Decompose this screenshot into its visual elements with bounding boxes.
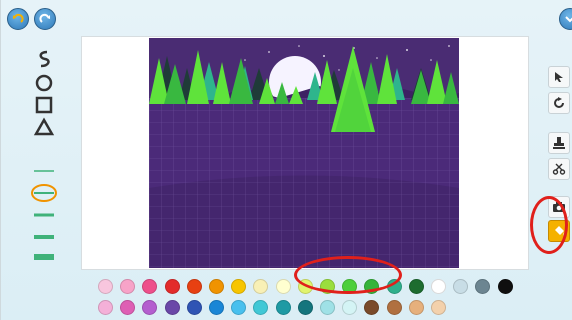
stamp-tool[interactable] (548, 132, 570, 154)
color-swatch-r1-11[interactable] (320, 279, 335, 294)
color-swatch-r1-13[interactable] (364, 279, 380, 294)
line-thick-icon (34, 235, 54, 239)
undo-button[interactable] (7, 8, 29, 30)
rectangle-tool[interactable] (29, 94, 59, 116)
color-swatch-r1-12[interactable] (342, 279, 358, 294)
color-swatch-r2-1[interactable] (98, 300, 113, 315)
camera-tool[interactable] (548, 196, 570, 218)
color-swatch-r1-2[interactable] (120, 279, 136, 294)
ellipse-selected-icon (31, 184, 57, 202)
triangle-tool[interactable] (29, 116, 59, 138)
close-button[interactable] (559, 8, 572, 30)
color-swatch-r2-12[interactable] (342, 300, 358, 315)
color-palette (98, 279, 528, 319)
curve-tool[interactable] (29, 48, 59, 70)
redo-button[interactable] (34, 8, 56, 30)
close-icon (565, 16, 572, 23)
fill-tool[interactable] (548, 220, 570, 242)
paint-bucket-icon (555, 226, 565, 236)
rectangle-tool-icon (35, 96, 53, 114)
color-swatch-r2-13[interactable] (364, 300, 380, 315)
line-width-extra-thick[interactable] (29, 246, 59, 268)
color-swatch-r2-5[interactable] (186, 300, 202, 315)
color-swatch-r2-4[interactable] (164, 300, 180, 315)
color-swatch-r1-3[interactable] (142, 279, 158, 294)
color-swatch-r1-4[interactable] (164, 279, 180, 294)
canvas-grid (149, 98, 459, 268)
line-width-medium[interactable] (29, 204, 59, 226)
color-swatch-r1-16[interactable] (431, 279, 446, 294)
line-width-thick[interactable] (29, 226, 59, 248)
line-width-thin[interactable] (29, 160, 59, 182)
color-swatch-r1-9[interactable] (275, 279, 291, 294)
undo-arrow-icon (13, 13, 24, 23)
color-swatch-r1-7[interactable] (231, 279, 247, 294)
color-swatch-r1-8[interactable] (253, 279, 269, 294)
color-swatch-r1-14[interactable] (386, 279, 402, 294)
circle-tool-icon (35, 74, 53, 92)
line-medium-icon (34, 213, 54, 217)
night-forest-drawing[interactable] (149, 38, 459, 268)
redo-arrow-icon (39, 13, 50, 23)
curve-tool-icon (39, 50, 50, 68)
color-swatch-r2-8[interactable] (253, 300, 269, 315)
color-swatch-r2-6[interactable] (209, 300, 224, 315)
camera-icon (553, 202, 565, 212)
select-tool[interactable] (548, 66, 570, 88)
rotate-icon (554, 97, 564, 108)
color-swatch-r2-11[interactable] (320, 300, 335, 315)
color-swatch-r2-7[interactable] (231, 300, 247, 315)
cut-tool[interactable] (548, 158, 570, 180)
line-extra-thick-icon (34, 254, 54, 260)
color-swatch-r1-6[interactable] (209, 279, 224, 294)
stamp-icon (553, 137, 565, 149)
color-swatch-r2-3[interactable] (142, 300, 158, 315)
rotate-tool[interactable] (548, 92, 570, 114)
color-swatch-r1-1[interactable] (98, 279, 113, 294)
color-swatch-r1-15[interactable] (408, 279, 424, 294)
color-swatch-r2-15[interactable] (408, 300, 424, 315)
color-swatch-r1-17[interactable] (453, 279, 469, 294)
line-width-selected[interactable] (29, 182, 59, 204)
color-swatch-r2-14[interactable] (386, 300, 402, 315)
color-swatch-r2-9[interactable] (275, 300, 291, 315)
color-swatch-r2-16[interactable] (431, 300, 446, 315)
color-swatch-r1-10[interactable] (297, 279, 313, 294)
color-swatch-r1-18[interactable] (475, 279, 491, 294)
line-thin-icon (34, 170, 54, 172)
paint-app-window (0, 0, 572, 320)
color-swatch-r1-5[interactable] (186, 279, 202, 294)
circle-tool[interactable] (29, 72, 59, 94)
scissors-icon (552, 163, 566, 175)
color-swatch-r2-2[interactable] (120, 300, 136, 315)
select-arrow-icon (555, 72, 563, 82)
triangle-tool-icon (33, 117, 55, 136)
color-swatch-r2-10[interactable] (297, 300, 313, 315)
color-swatch-r1-19[interactable] (497, 279, 513, 294)
